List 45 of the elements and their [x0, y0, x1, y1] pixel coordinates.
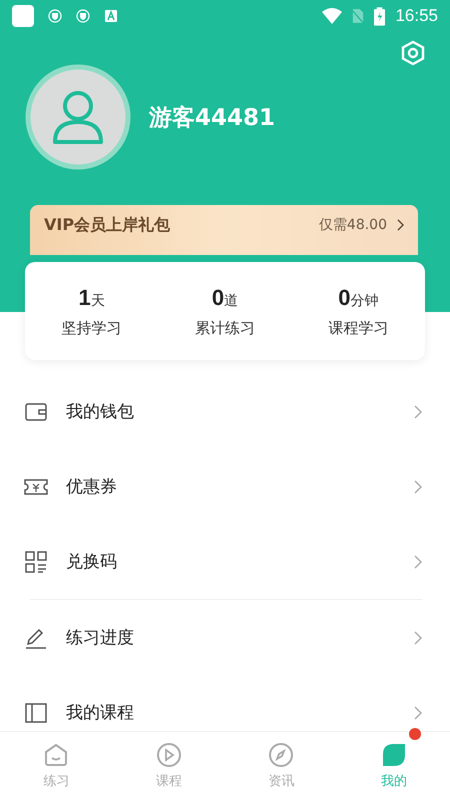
menu-label: 我的课程 [66, 702, 135, 724]
app-icon [12, 5, 34, 27]
stat-unit: 分钟 [350, 292, 378, 310]
chevron-right-icon [414, 404, 422, 418]
shield-icon [76, 9, 90, 23]
battery-charging-icon [374, 6, 386, 26]
menu-item[interactable]: 我的课程 [0, 675, 450, 732]
user-name: 游客44481 [149, 104, 276, 132]
stat-value: 0 [212, 284, 224, 310]
stat-value: 0 [338, 284, 350, 310]
menu-item[interactable]: 我的钱包 [0, 374, 450, 449]
vip-title: VIP会员上岸礼包 [44, 214, 172, 236]
book-icon [24, 700, 48, 724]
menu-label: 兑换码 [66, 551, 118, 573]
vip-price: 仅需48.00 [318, 216, 387, 234]
play-icon [156, 742, 182, 768]
menu-item[interactable]: 兑换码 [0, 524, 450, 599]
settings-icon[interactable] [400, 40, 426, 66]
chevron-right-icon [414, 706, 422, 720]
home-icon [43, 742, 70, 768]
compass-icon [268, 742, 294, 768]
menu-label: 我的钱包 [66, 401, 135, 423]
chevron-right-icon [414, 554, 422, 568]
avatar-icon[interactable] [25, 64, 131, 170]
stat-unit: 天 [90, 292, 105, 310]
status-time: 16:55 [395, 6, 438, 26]
stat-label: 累计练习 [194, 318, 255, 338]
vip-banner[interactable]: VIP会员上岸礼包 仅需48.00 [30, 205, 418, 255]
qr-code-icon [24, 550, 48, 574]
stat-label: 课程学习 [328, 318, 388, 338]
wifi-icon [322, 8, 342, 24]
chevron-right-icon [414, 630, 422, 644]
stat-value: 1 [78, 284, 91, 310]
no-sim-icon [352, 8, 364, 24]
menu-label: 练习进度 [66, 627, 135, 649]
chevron-right-icon [397, 219, 404, 231]
menu-label: 优惠券 [66, 476, 118, 498]
font-icon [104, 9, 118, 23]
stat-unit: 道 [224, 292, 238, 310]
menu-item[interactable]: 练习进度 [0, 600, 450, 675]
chevron-right-icon [414, 480, 422, 494]
stat-label: 坚持学习 [62, 318, 122, 338]
menu-item[interactable]: 优惠券 [0, 449, 450, 524]
shield-icon [48, 9, 62, 23]
leaf-icon [380, 742, 407, 768]
